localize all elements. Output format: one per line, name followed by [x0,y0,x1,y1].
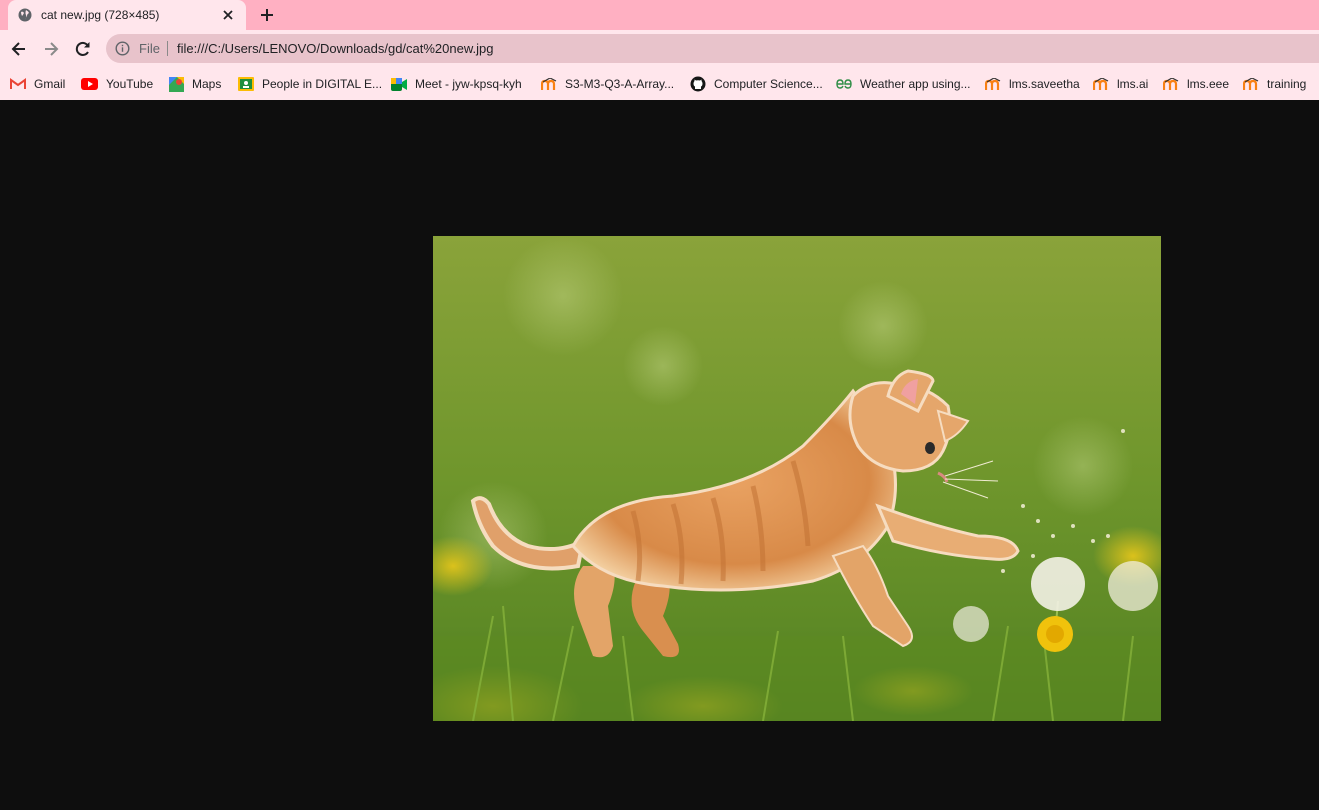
bookmark-gmail[interactable]: Gmail [10,74,65,94]
tab-active[interactable]: cat new.jpg (728×485) [8,0,246,30]
bookmark-maps[interactable]: Maps [169,74,221,94]
scheme-label: File [139,41,160,56]
new-tab-plus-icon[interactable] [258,6,276,24]
geeksforgeeks-icon [836,79,852,89]
maps-icon [169,76,184,92]
bookmark-moodle-4[interactable]: lms.eee [1163,74,1229,94]
github-icon [690,76,706,92]
moodle-icon [1163,77,1179,90]
bookmark-classroom[interactable]: People in DIGITAL E... [238,74,382,94]
youtube-icon [81,78,98,90]
close-icon[interactable] [220,7,236,23]
meet-icon [391,77,407,91]
bookmark-moodle-3[interactable]: lms.ai [1093,74,1148,94]
bookmark-label: training [1267,77,1307,91]
classroom-icon [238,77,254,91]
moodle-icon [541,77,557,90]
bookmark-moodle-2[interactable]: lms.saveetha [985,74,1080,94]
tab-strip: cat new.jpg (728×485) [0,0,1319,30]
bookmark-moodle-1[interactable]: S3-M3-Q3-A-Array... [541,74,674,94]
back-arrow-icon[interactable] [9,39,29,59]
tab-title: cat new.jpg (728×485) [41,8,160,22]
bookmark-label: YouTube [106,77,154,91]
globe-icon [18,8,32,22]
url-text[interactable]: file:///C:/Users/LENOVO/Downloads/gd/cat… [177,41,493,56]
moodle-icon [985,77,1001,90]
bookmark-label: lms.ai [1117,77,1149,91]
kitten-photo[interactable] [433,236,1161,721]
toolbar: File file:///C:/Users/LENOVO/Downloads/g… [0,30,1319,68]
bookmark-moodle-5[interactable]: training [1243,74,1306,94]
bookmark-label: Maps [192,77,222,91]
bookmark-label: People in DIGITAL E... [262,77,383,91]
bookmark-youtube[interactable]: YouTube [81,74,153,94]
bookmark-github[interactable]: Computer Science... [690,74,823,94]
gmail-icon [10,78,26,89]
bookmark-geeksforgeeks[interactable]: Weather app using... [836,74,971,94]
bookmark-label: Meet - jyw-kpsq-kyh [415,77,522,91]
bookmark-label: Weather app using... [860,77,971,91]
info-icon[interactable] [115,41,130,56]
image-viewer [0,100,1319,810]
address-bar[interactable]: File file:///C:/Users/LENOVO/Downloads/g… [106,34,1319,63]
bookmark-label: Computer Science... [714,77,823,91]
bookmarks-bar: Gmail YouTube Maps People in DIGITAL E..… [0,68,1319,100]
forward-arrow-icon[interactable] [41,39,61,59]
separator [167,41,168,56]
bookmark-label: Gmail [34,77,66,91]
bookmark-label: S3-M3-Q3-A-Array... [565,77,675,91]
reload-icon[interactable] [73,39,93,59]
bookmark-label: lms.saveetha [1009,77,1080,91]
bookmark-label: lms.eee [1187,77,1230,91]
moodle-icon [1093,77,1109,90]
bookmark-meet[interactable]: Meet - jyw-kpsq-kyh [391,74,522,94]
moodle-icon [1243,77,1259,90]
